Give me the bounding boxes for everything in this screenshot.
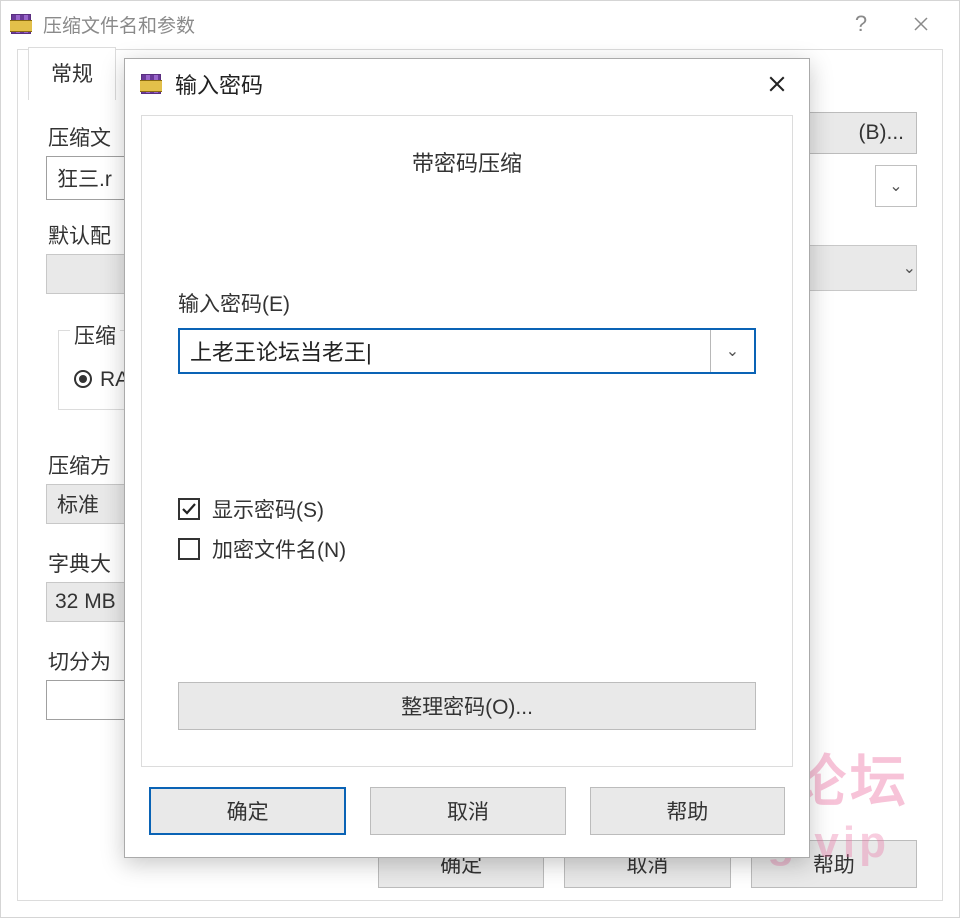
label-enter-password: 输入密码(E) — [178, 288, 756, 318]
password-history-dropdown[interactable]: ⌄ — [710, 330, 754, 372]
modal-help-button[interactable]: 帮助 — [590, 787, 785, 835]
modal-close-button[interactable] — [755, 65, 799, 103]
password-input[interactable] — [180, 330, 710, 372]
show-password-label: 显示密码(S) — [212, 494, 324, 524]
chevron-down-icon: ⌄ — [889, 176, 902, 196]
browse-button[interactable]: (B)... — [807, 112, 917, 154]
main-window-title: 压缩文件名和参数 — [43, 11, 831, 38]
compression-method-select[interactable]: 标准 — [46, 484, 126, 524]
encrypt-filenames-checkbox[interactable] — [178, 538, 200, 560]
modal-title-text: 输入密码 — [175, 68, 755, 100]
main-titlebar: 压缩文件名和参数 ? — [1, 1, 959, 43]
label-archive-name: 压缩文 — [48, 122, 111, 152]
chevron-down-icon: ⌄ — [903, 258, 916, 278]
label-dictionary-size: 字典大 — [48, 548, 111, 578]
password-combo: ⌄ — [178, 328, 756, 374]
label-archive-format: 压缩 — [70, 320, 120, 350]
radio-rar[interactable]: RA — [74, 368, 129, 392]
modal-titlebar: 输入密码 — [125, 59, 809, 109]
winrar-icon — [9, 12, 33, 36]
archive-name-dropdown[interactable]: ⌄ — [875, 165, 917, 207]
dictionary-size-select[interactable]: 32 MB — [46, 582, 126, 622]
organize-passwords-button[interactable]: 整理密码(O)... — [178, 682, 756, 730]
modal-cancel-button[interactable]: 取消 — [370, 787, 565, 835]
radio-dot-icon — [74, 370, 92, 388]
split-volumes-input[interactable] — [46, 680, 126, 720]
enter-password-dialog: 输入密码 带密码压缩 输入密码(E) ⌄ 显示密码(S) 加密文件名(N) 整理… — [124, 58, 810, 858]
profiles-button[interactable] — [46, 254, 126, 294]
label-compression-method: 压缩方 — [48, 450, 111, 480]
chevron-down-icon: ⌄ — [726, 341, 739, 361]
modal-button-row: 确定 取消 帮助 — [149, 787, 785, 835]
update-mode-select[interactable]: ⌄ — [807, 245, 917, 291]
show-password-checkbox[interactable] — [178, 498, 200, 520]
label-split-volumes: 切分为 — [48, 646, 111, 676]
modal-ok-button[interactable]: 确定 — [149, 787, 346, 835]
archive-name-input[interactable]: 狂三.r — [46, 156, 126, 200]
show-password-row: 显示密码(S) — [178, 494, 756, 524]
close-titlebar-button[interactable] — [891, 8, 951, 40]
encrypt-filenames-row: 加密文件名(N) — [178, 534, 756, 564]
tab-row: 常规 — [28, 46, 116, 99]
help-titlebar-button[interactable]: ? — [831, 8, 891, 40]
modal-heading: 带密码压缩 — [178, 146, 756, 178]
winrar-icon — [139, 72, 163, 96]
label-default-profile: 默认配 — [48, 220, 111, 250]
encrypt-filenames-label: 加密文件名(N) — [212, 534, 346, 564]
modal-body: 带密码压缩 输入密码(E) ⌄ 显示密码(S) 加密文件名(N) 整理密码(O)… — [141, 115, 793, 767]
tab-general[interactable]: 常规 — [28, 47, 116, 100]
